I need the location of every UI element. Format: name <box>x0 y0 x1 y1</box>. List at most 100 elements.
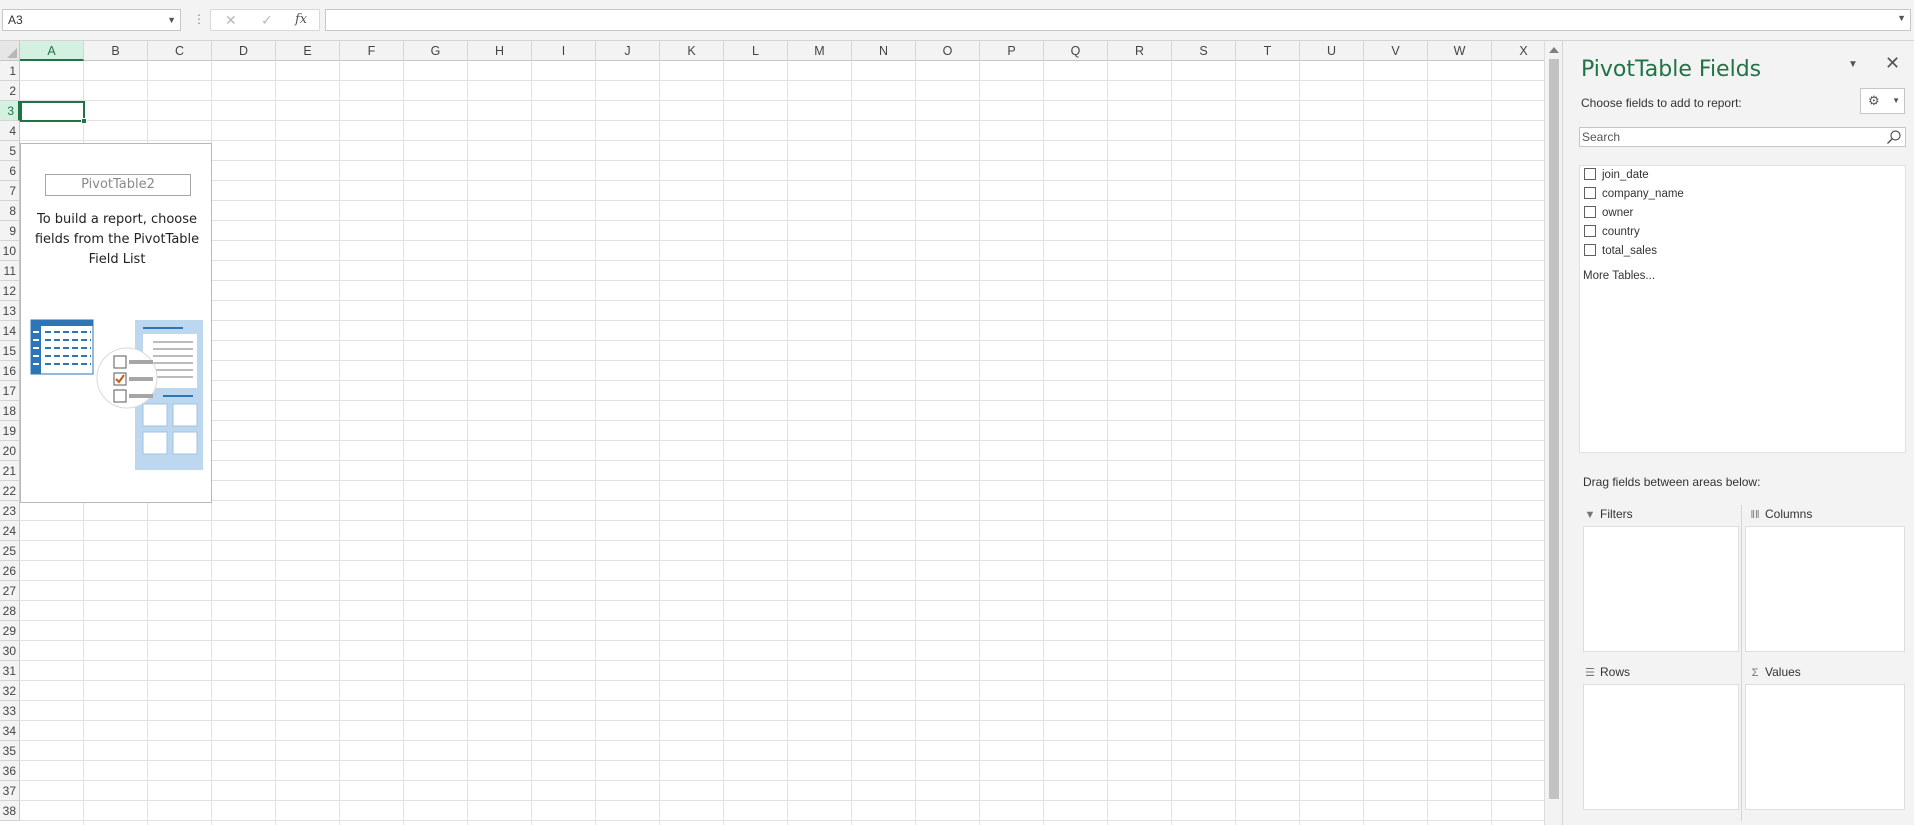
columns-drop-area[interactable] <box>1745 526 1905 652</box>
column-header[interactable]: J <box>596 41 660 61</box>
field-item-total-sales[interactable]: total_sales <box>1584 244 1657 260</box>
column-header[interactable]: R <box>1108 41 1172 61</box>
more-tables-link[interactable]: More Tables... <box>1583 270 1655 282</box>
row-header[interactable]: 29 <box>0 621 20 641</box>
cancel-icon[interactable]: ✕ <box>225 10 237 30</box>
row-header[interactable]: 33 <box>0 701 20 721</box>
vertical-scrollbar[interactable] <box>1544 41 1562 825</box>
row-header[interactable]: 32 <box>0 681 20 701</box>
row-header[interactable]: 13 <box>0 301 20 321</box>
row-header[interactable]: 37 <box>0 781 20 801</box>
name-box[interactable]: A3 ▼ <box>2 9 181 31</box>
column-header[interactable]: V <box>1364 41 1428 61</box>
row-header[interactable]: 15 <box>0 341 20 361</box>
row-header[interactable]: 16 <box>0 361 20 381</box>
cells[interactable] <box>20 61 1544 825</box>
column-header[interactable]: W <box>1428 41 1492 61</box>
column-header[interactable]: I <box>532 41 596 61</box>
field-checkbox[interactable] <box>1584 225 1596 237</box>
row-header[interactable]: 19 <box>0 421 20 441</box>
chevron-down-icon[interactable]: ▼ <box>167 10 176 30</box>
pivot-table-placeholder[interactable]: PivotTable2 To build a report, choose fi… <box>20 143 212 503</box>
column-header[interactable]: O <box>916 41 980 61</box>
column-header[interactable]: E <box>276 41 340 61</box>
column-header[interactable]: A <box>20 41 84 61</box>
row-header[interactable]: 21 <box>0 461 20 481</box>
filters-drop-area[interactable] <box>1583 526 1739 652</box>
column-header[interactable]: H <box>468 41 532 61</box>
formula-input[interactable]: ▼ <box>325 9 1911 31</box>
field-item-join-date[interactable]: join_date <box>1584 168 1649 184</box>
row-header[interactable]: 27 <box>0 581 20 601</box>
field-item-company-name[interactable]: company_name <box>1584 187 1684 203</box>
row-header[interactable]: 34 <box>0 721 20 741</box>
row-header[interactable]: 2 <box>0 81 20 101</box>
row-header[interactable]: 11 <box>0 261 20 281</box>
row-header[interactable]: 14 <box>0 321 20 341</box>
column-header[interactable]: N <box>852 41 916 61</box>
field-item-owner[interactable]: owner <box>1584 206 1633 222</box>
row-header[interactable]: 7 <box>0 181 20 201</box>
row-header[interactable]: 3 <box>0 101 20 121</box>
filters-label: Filters <box>1600 507 1633 521</box>
search-icon[interactable] <box>1886 129 1902 145</box>
row-header[interactable]: 18 <box>0 401 20 421</box>
row-header[interactable]: 36 <box>0 761 20 781</box>
row-header[interactable]: 24 <box>0 521 20 541</box>
row-header[interactable]: 8 <box>0 201 20 221</box>
column-header[interactable]: F <box>340 41 404 61</box>
column-header[interactable]: D <box>212 41 276 61</box>
row-header[interactable]: 5 <box>0 141 20 161</box>
row-header[interactable]: 1 <box>0 61 20 81</box>
field-item-country[interactable]: country <box>1584 225 1640 241</box>
scrollbar-thumb[interactable] <box>1549 59 1559 799</box>
column-header[interactable]: K <box>660 41 724 61</box>
row-header[interactable]: 28 <box>0 601 20 621</box>
column-header[interactable]: M <box>788 41 852 61</box>
column-header[interactable]: L <box>724 41 788 61</box>
expand-formula-icon[interactable]: ▼ <box>1897 13 1906 23</box>
field-checkbox[interactable] <box>1584 206 1596 218</box>
column-header[interactable]: P <box>980 41 1044 61</box>
row-header[interactable]: 6 <box>0 161 20 181</box>
column-header[interactable]: T <box>1236 41 1300 61</box>
scroll-up-icon[interactable] <box>1549 47 1559 53</box>
row-header[interactable]: 17 <box>0 381 20 401</box>
row-header[interactable]: 22 <box>0 481 20 501</box>
field-label: owner <box>1602 207 1634 219</box>
worksheet-grid[interactable]: ABCDEFGHIJKLMNOPQRSTUVWX 1 2 3 4 5 6 7 8 9 10 11 12… <box>0 41 1544 825</box>
row-header[interactable]: 9 <box>0 221 20 241</box>
insert-function-button[interactable]: fx <box>295 10 307 30</box>
row-header[interactable]: 10 <box>0 241 20 261</box>
row-header[interactable]: 26 <box>0 561 20 581</box>
column-header[interactable]: Q <box>1044 41 1108 61</box>
close-icon[interactable]: ✕ <box>1885 53 1900 74</box>
sigma-icon: Σ <box>1751 667 1759 679</box>
row-header[interactable]: 23 <box>0 501 20 521</box>
tools-button[interactable]: ⚙ ▼ <box>1860 88 1905 114</box>
row-header[interactable]: 38 <box>0 801 20 821</box>
field-search-input[interactable]: Search <box>1579 127 1906 147</box>
field-checkbox[interactable] <box>1584 168 1596 180</box>
fill-handle[interactable] <box>81 118 87 124</box>
row-header[interactable]: 31 <box>0 661 20 681</box>
rows-drop-area[interactable] <box>1583 684 1739 810</box>
row-header[interactable]: 12 <box>0 281 20 301</box>
column-header[interactable]: X <box>1492 41 1544 61</box>
field-checkbox[interactable] <box>1584 187 1596 199</box>
field-checkbox[interactable] <box>1584 244 1596 256</box>
column-header[interactable]: G <box>404 41 468 61</box>
column-header[interactable]: S <box>1172 41 1236 61</box>
column-header[interactable]: B <box>84 41 148 61</box>
row-header[interactable]: 30 <box>0 641 20 661</box>
panel-options-chevron-icon[interactable]: ▼ <box>1848 59 1858 70</box>
row-header[interactable]: 25 <box>0 541 20 561</box>
column-header[interactable]: U <box>1300 41 1364 61</box>
select-all-button[interactable] <box>0 41 20 61</box>
values-drop-area[interactable] <box>1745 684 1905 810</box>
row-header[interactable]: 35 <box>0 741 20 761</box>
row-header[interactable]: 4 <box>0 121 20 141</box>
column-header[interactable]: C <box>148 41 212 61</box>
row-header[interactable]: 20 <box>0 441 20 461</box>
enter-icon[interactable]: ✓ <box>261 10 273 30</box>
